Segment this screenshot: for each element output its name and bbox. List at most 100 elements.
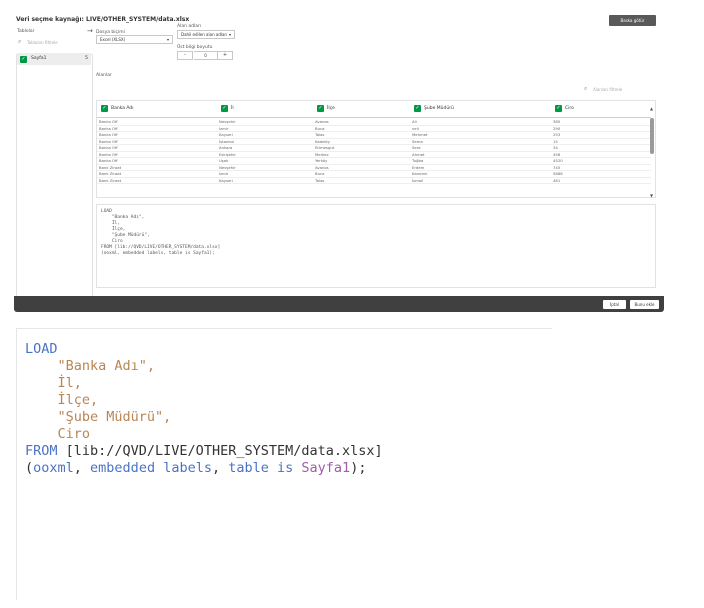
- table-cell: Tuğba: [412, 158, 424, 163]
- table-cell: Eskişehir: [219, 151, 236, 157]
- cancel-button[interactable]: İptal: [603, 300, 626, 309]
- check-icon[interactable]: ✓: [317, 105, 324, 112]
- dialog-title: Veri seçme kaynağı: LIVE/OTHER_SYSTEM/da…: [16, 16, 190, 23]
- table-cell: Banka Off: [99, 158, 118, 163]
- table-body: Banka Off Nevşehir Avanos Ali 385 Banka …: [97, 119, 651, 184]
- table-cell: Bank Ziraat: [99, 177, 122, 183]
- table-cell: İzmir: [219, 125, 229, 131]
- table-cell: Banka Off: [99, 125, 118, 131]
- table-cell: Merkez: [315, 151, 329, 157]
- table-cell: Banka Off: [99, 119, 118, 124]
- file-format-select[interactable]: Excel (XLSX) ▾: [96, 35, 173, 44]
- table-cell: Talas: [315, 177, 325, 183]
- tables-panel: [16, 54, 93, 299]
- search-icon: ⌕: [584, 85, 588, 92]
- field-names-select[interactable]: Dahil edilen alan adları ▾: [177, 30, 235, 39]
- table-item-name: Sayfa1: [31, 56, 47, 61]
- check-icon[interactable]: ✓: [555, 105, 562, 112]
- chevron-down-icon: ▾: [166, 37, 169, 42]
- table-cell: Etimesgut: [315, 145, 335, 150]
- table-cell: Ahmet: [412, 151, 425, 157]
- table-cell: Nevşehir: [219, 119, 236, 124]
- insert-script-button[interactable]: Bunu ekle: [630, 300, 659, 309]
- table-cell: 5888: [553, 171, 563, 176]
- table-cell: Ali: [412, 119, 417, 124]
- table-cell: Kayseri: [219, 132, 233, 137]
- table-cell: Avanos: [315, 119, 329, 124]
- table-cell: Buca: [315, 171, 325, 176]
- search-icon: ⌕: [18, 38, 22, 45]
- table-cell: Banka Off: [99, 151, 118, 157]
- header-size-label: Üst bilgi boyutu: [177, 45, 213, 50]
- comma: ,: [73, 460, 91, 476]
- table-cell: 253: [553, 132, 561, 137]
- tables-label: Tablolar: [17, 29, 35, 34]
- table-cell: Banka Off: [99, 145, 118, 150]
- table-cell: Buca: [315, 125, 325, 131]
- check-icon[interactable]: ✓: [414, 105, 421, 112]
- fields-label: Alanlar: [96, 73, 112, 78]
- table-cell: Sema: [412, 138, 423, 144]
- table-cell: 290: [553, 125, 561, 131]
- arrow-right-icon: →: [87, 27, 93, 35]
- table-cell: 4520: [553, 158, 563, 163]
- field-search-placeholder: Alanları filtrele: [593, 87, 623, 92]
- check-icon[interactable]: ✓: [221, 105, 228, 112]
- table-cell: Erdem: [412, 164, 425, 170]
- comma: ,: [211, 460, 229, 476]
- chevron-down-icon: ▾: [228, 32, 231, 37]
- check-icon[interactable]: ✓: [20, 56, 27, 63]
- top-action-button[interactable]: Baska götür: [609, 15, 656, 26]
- script-zoom-panel: LOAD "Banka Adı", İl, İlçe, "Şube Müdürü…: [16, 328, 552, 600]
- table-cell: Bank Ziraat: [99, 164, 122, 170]
- file-format-value: Excel (XLSX): [100, 37, 126, 42]
- table-cell: 34: [553, 145, 558, 150]
- field-search[interactable]: ⌕ Alanları filtrele: [584, 85, 654, 94]
- header-size-value[interactable]: 0: [194, 51, 217, 60]
- load-keyword: LOAD: [25, 341, 58, 357]
- column-header-label: Ciro: [565, 106, 574, 111]
- script-preview-text: LOAD "Banka Adı", İl, İlçe, "Şube Müdürü…: [101, 209, 221, 256]
- embedded-labels-keyword: embedded labels: [90, 460, 212, 476]
- field-ilce: İlçe,: [57, 392, 99, 408]
- increment-button[interactable]: +: [217, 51, 233, 60]
- table-cell: Yerköy: [315, 158, 328, 163]
- scroll-up-icon[interactable]: ▲: [650, 106, 653, 111]
- table-cell: Bank Ziraat: [99, 171, 122, 176]
- table-cell: İsmail: [412, 177, 424, 183]
- table-cell: Kayseri: [219, 177, 233, 183]
- column-header-label: İl: [231, 106, 234, 111]
- table-cell: Mehmet: [412, 132, 428, 137]
- source-path: [lib://QVD/LIVE/OTHER_SYSTEM/data.xlsx]: [57, 443, 383, 459]
- field-ciro: Ciro: [57, 426, 91, 442]
- table-cell: 481: [553, 177, 561, 183]
- table-row: Bank Ziraat Kayseri Talas İsmail 481: [97, 177, 651, 184]
- table-scrollbar[interactable]: ▲ ▼: [650, 106, 654, 198]
- field-banka-adi: "Banka Adı",: [57, 358, 156, 374]
- table-cell: Sera: [412, 145, 421, 150]
- table-search[interactable]: ⌕ Tabloları filtrele: [18, 38, 88, 47]
- column-header-label: Banka Adı: [111, 106, 134, 111]
- table-cell: Banka Off: [99, 132, 118, 137]
- scroll-down-icon[interactable]: ▼: [650, 193, 653, 198]
- table-item-count: 5: [85, 56, 88, 61]
- check-icon[interactable]: ✓: [101, 105, 108, 112]
- table-cell: Banka Off: [99, 138, 118, 144]
- table-cell: Kadıköy: [315, 138, 330, 144]
- table-cell: 745: [553, 164, 561, 170]
- column-header-label: Şube Müdürü: [424, 106, 454, 111]
- dialog-footer: İptal Bunu ekle: [14, 296, 664, 312]
- table-cell: Nevşehir: [219, 164, 236, 170]
- data-preview-table: ✓ Banka Adı ✓ İl ✓ İlçe ✓ Şube Müdürü ✓ …: [96, 100, 656, 198]
- scrollbar-thumb[interactable]: [650, 118, 654, 154]
- table-cell: İstanbul: [219, 138, 235, 144]
- ooxml-keyword: ooxml: [33, 460, 74, 476]
- table-search-placeholder: Tabloları filtrele: [27, 40, 58, 45]
- field-names-label: Alan adları: [177, 24, 202, 29]
- table-cell: İzmir: [219, 171, 229, 176]
- table-item-sayfa1[interactable]: ✓ Sayfa1 5: [17, 53, 91, 65]
- table-header: ✓ Banka Adı ✓ İl ✓ İlçe ✓ Şube Müdürü ✓ …: [97, 101, 651, 118]
- decrement-button[interactable]: -: [177, 51, 193, 60]
- table-cell: Kandırık: [412, 171, 428, 176]
- sheet-name: Sayfa1: [301, 460, 351, 476]
